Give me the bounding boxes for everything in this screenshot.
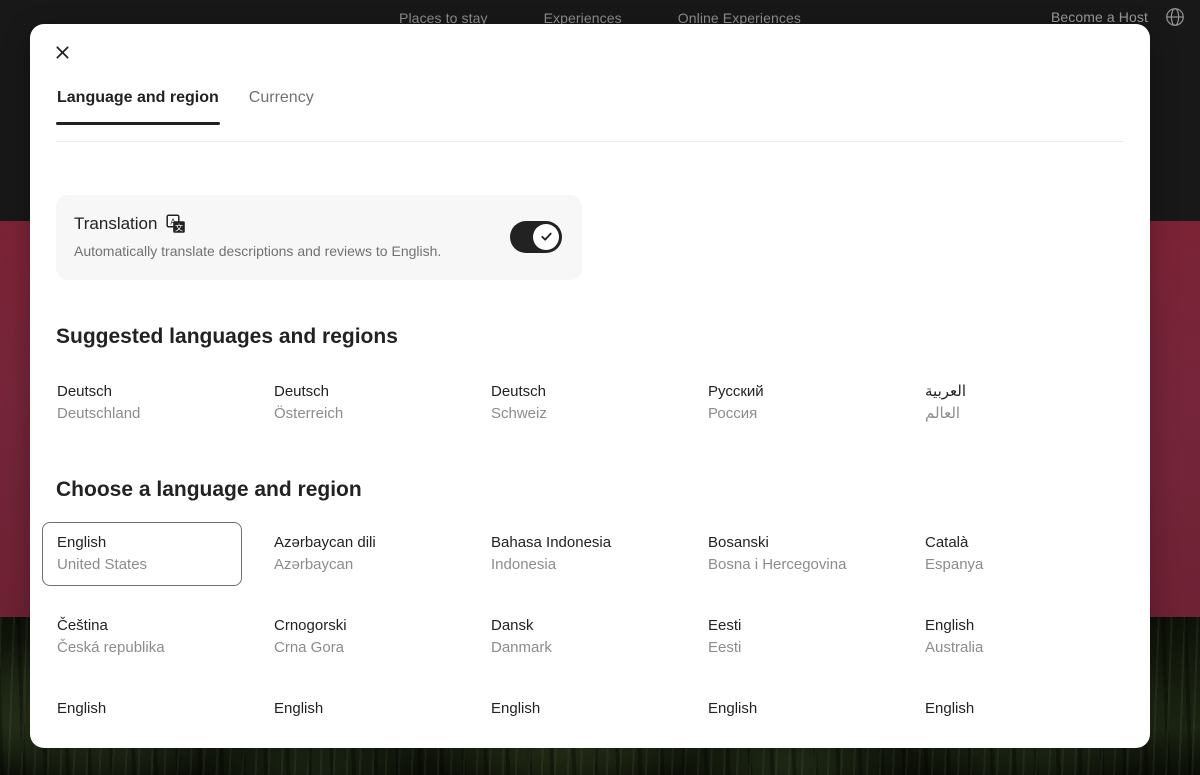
modal-body: Translation A 文 Automatically translate … bbox=[30, 195, 1150, 732]
language-option[interactable]: English bbox=[693, 688, 893, 732]
language-option[interactable]: Bahasa Indonesia Indonesia bbox=[476, 522, 676, 586]
language-option-name: Deutsch bbox=[274, 383, 330, 400]
language-option[interactable]: English Australia bbox=[910, 605, 1110, 669]
language-option-name: English bbox=[708, 700, 758, 717]
become-a-host-link[interactable]: Become a Host bbox=[1051, 9, 1148, 25]
language-option[interactable]: English bbox=[476, 688, 676, 732]
modal-tabs: Language and region Currency bbox=[56, 88, 1124, 142]
language-option[interactable]: Bosanski Bosna i Hercegovina bbox=[693, 522, 893, 586]
translation-description: Automatically translate descriptions and… bbox=[74, 243, 442, 259]
language-option-name: Bosanski bbox=[708, 534, 769, 551]
language-option-name: Eesti bbox=[708, 617, 742, 634]
language-option-name: English bbox=[274, 700, 324, 717]
tab-currency[interactable]: Currency bbox=[248, 88, 315, 124]
language-option-region: Australia bbox=[925, 639, 984, 656]
language-region-modal: Language and region Currency Translation… bbox=[30, 24, 1150, 748]
language-option-name: Azərbaycan dili bbox=[274, 534, 376, 551]
language-option-name: Dansk bbox=[491, 617, 534, 634]
language-option-name: English bbox=[491, 700, 541, 717]
tab-language-and-region[interactable]: Language and region bbox=[56, 88, 220, 125]
language-option[interactable]: Deutsch Österreich bbox=[259, 371, 459, 435]
language-option-region: Schweiz bbox=[491, 405, 547, 422]
language-option-region: Česká republika bbox=[57, 639, 165, 656]
translation-card: Translation A 文 Automatically translate … bbox=[56, 195, 582, 280]
language-option[interactable]: Dansk Danmark bbox=[476, 605, 676, 669]
language-option-region: Crna Gora bbox=[274, 639, 345, 656]
language-option-name: English bbox=[925, 617, 975, 634]
language-option-name: Deutsch bbox=[57, 383, 113, 400]
language-option-name: English bbox=[57, 700, 107, 717]
language-option[interactable]: English bbox=[910, 688, 1110, 732]
language-option-name: Čeština bbox=[57, 617, 108, 634]
language-option[interactable]: Azərbaycan dili Azərbaycan bbox=[259, 522, 459, 586]
language-option-region: Espanya bbox=[925, 556, 984, 573]
language-option[interactable]: العربية العالم bbox=[910, 371, 1110, 435]
choose-language-grid: English United States Azərbaycan dili Azərb… bbox=[42, 522, 1124, 732]
language-option-region: Россия bbox=[708, 405, 758, 422]
language-option-region: Danmark bbox=[491, 639, 552, 656]
choose-language-heading: Choose a language and region bbox=[56, 478, 362, 501]
language-option[interactable]: Deutsch Schweiz bbox=[476, 371, 676, 435]
suggested-languages-grid: Deutsch Deutschland Deutsch Österreich Deuts… bbox=[56, 371, 1124, 435]
language-option-name: Deutsch bbox=[491, 383, 547, 400]
language-option-region: United States bbox=[57, 556, 148, 573]
language-option[interactable]: English bbox=[259, 688, 459, 732]
close-icon[interactable] bbox=[46, 36, 78, 68]
language-option-name: Crnogorski bbox=[274, 617, 347, 634]
language-option-name: English bbox=[57, 534, 107, 551]
translation-toggle[interactable] bbox=[510, 220, 562, 253]
language-option-name: Bahasa Indonesia bbox=[491, 534, 612, 551]
translation-title-row: Translation A 文 bbox=[74, 213, 498, 235]
language-option[interactable]: Русский Россия bbox=[693, 371, 893, 435]
svg-text:文: 文 bbox=[175, 222, 183, 232]
language-option[interactable]: Čeština Česká republika bbox=[42, 605, 242, 669]
translation-text: Translation A 文 Automatically translate … bbox=[74, 213, 498, 260]
language-option-name: العربية bbox=[925, 383, 966, 400]
check-icon bbox=[540, 232, 552, 241]
language-option-region: Indonesia bbox=[491, 556, 557, 573]
modal-topbar bbox=[30, 24, 1150, 88]
language-option-region: العالم bbox=[925, 405, 961, 422]
language-option-region: Bosna i Hercegovina bbox=[708, 556, 847, 573]
globe-icon[interactable] bbox=[1164, 6, 1186, 28]
language-option-name: Русский bbox=[708, 383, 764, 400]
language-option[interactable]: Català Espanya bbox=[910, 522, 1110, 586]
suggested-languages-heading: Suggested languages and regions bbox=[56, 325, 398, 348]
language-option-name: Català bbox=[925, 534, 969, 551]
language-option-name: English bbox=[925, 700, 975, 717]
translation-title: Translation bbox=[74, 214, 158, 233]
language-option[interactable]: English United States bbox=[42, 522, 242, 586]
language-option[interactable]: Crnogorski Crna Gora bbox=[259, 605, 459, 669]
language-option-region: Azərbaycan bbox=[274, 556, 354, 573]
language-option[interactable]: Eesti Eesti bbox=[693, 605, 893, 669]
language-option-region: Österreich bbox=[274, 405, 344, 422]
language-option[interactable]: English bbox=[42, 688, 242, 732]
translate-icon: A 文 bbox=[166, 214, 186, 234]
language-option[interactable]: Deutsch Deutschland bbox=[42, 371, 242, 435]
tabs-divider bbox=[56, 141, 1124, 142]
language-option-region: Deutschland bbox=[57, 405, 141, 422]
toggle-knob bbox=[533, 223, 559, 250]
language-option-region: Eesti bbox=[708, 639, 742, 656]
